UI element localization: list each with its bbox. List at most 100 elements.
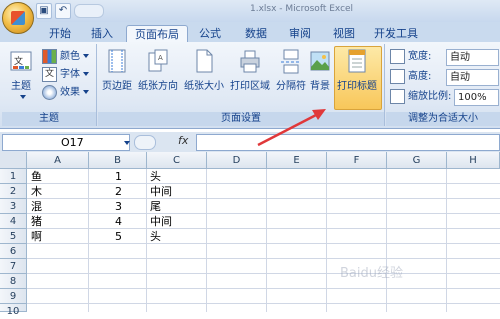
chevron-down-icon <box>83 90 89 94</box>
select-all-corner[interactable] <box>0 152 27 169</box>
margins-button[interactable]: 页边距 <box>100 46 134 106</box>
cell-b4[interactable]: 4 <box>112 214 122 229</box>
column-header[interactable]: B <box>89 152 147 169</box>
svg-text:文: 文 <box>14 55 23 67</box>
height-label: 高度: <box>408 71 432 82</box>
cell-c1[interactable]: 头 <box>147 169 161 184</box>
print-area-button[interactable]: 打印区域 <box>228 46 272 106</box>
cell-a3[interactable]: 混 <box>28 199 42 214</box>
theme-effects-label: 效果 <box>60 87 80 98</box>
page-setup-group-label: 页面设置 <box>98 112 384 126</box>
cell-b5[interactable]: 5 <box>112 229 122 244</box>
scale-row: 缩放比例: <box>390 88 451 105</box>
quick-access-dropdown[interactable] <box>74 4 104 18</box>
column-header[interactable]: H <box>447 152 500 169</box>
breaks-button[interactable]: 分隔符 <box>274 46 308 106</box>
background-button[interactable]: 背景 <box>306 46 334 106</box>
tab-data[interactable]: 数据 <box>236 25 276 42</box>
chevron-down-icon[interactable] <box>124 141 130 145</box>
tab-view[interactable]: 视图 <box>324 25 364 42</box>
gridline <box>27 228 500 229</box>
theme-colors-button[interactable]: 颜色 <box>42 48 89 65</box>
tab-review[interactable]: 审阅 <box>280 25 320 42</box>
height-select[interactable]: 自动 <box>446 69 499 86</box>
office-button[interactable] <box>2 2 34 34</box>
column-header[interactable]: G <box>387 152 447 169</box>
row-header[interactable]: 7 <box>0 259 27 274</box>
theme-effects-button[interactable]: 效果 <box>42 84 89 101</box>
gridline <box>27 258 500 259</box>
size-label: 纸张大小 <box>184 81 224 92</box>
tab-home[interactable]: 开始 <box>40 25 80 42</box>
effects-icon <box>42 84 57 100</box>
height-icon <box>390 68 405 84</box>
cell-a4[interactable]: 猪 <box>28 214 42 229</box>
margins-label: 页边距 <box>102 81 132 92</box>
gridline <box>27 213 500 214</box>
themes-group-label: 主题 <box>2 112 96 126</box>
cell-b1[interactable]: 1 <box>112 169 122 184</box>
row-header[interactable]: 4 <box>0 214 27 229</box>
row-header[interactable]: 6 <box>0 244 27 259</box>
orientation-icon: A <box>147 49 169 75</box>
print-titles-icon <box>346 49 368 75</box>
cell-b3[interactable]: 3 <box>112 199 122 214</box>
row-header[interactable]: 1 <box>0 169 27 184</box>
theme-colors-label: 颜色 <box>60 51 80 62</box>
gridline <box>27 288 500 289</box>
column-header[interactable]: E <box>267 152 327 169</box>
tab-formulas[interactable]: 公式 <box>190 25 230 42</box>
size-button[interactable]: 纸张大小 <box>182 46 226 106</box>
gridline <box>386 169 387 312</box>
gridline <box>266 169 267 312</box>
svg-text:A: A <box>158 54 163 62</box>
themes-dropdown-icon <box>19 95 26 99</box>
orientation-button[interactable]: A 纸张方向 <box>136 46 180 106</box>
cell-b2[interactable]: 2 <box>112 184 122 199</box>
themes-button[interactable]: 文 主题 <box>4 46 38 106</box>
background-label: 背景 <box>310 81 330 92</box>
colors-icon <box>42 48 57 64</box>
breaks-label: 分隔符 <box>276 81 306 92</box>
column-header[interactable]: F <box>327 152 387 169</box>
name-box[interactable]: O17 <box>2 134 130 151</box>
cell-c4[interactable]: 中间 <box>147 214 172 229</box>
theme-fonts-button[interactable]: 文字体 <box>42 66 89 83</box>
column-header[interactable]: C <box>147 152 207 169</box>
title-bar: ▣ ↶ 1.xlsx - Microsoft Excel <box>0 0 500 22</box>
tab-page-layout[interactable]: 页面布局 <box>126 25 188 43</box>
tab-developer[interactable]: 开发工具 <box>368 25 424 42</box>
fx-icon[interactable]: fx <box>178 134 188 147</box>
cell-a5[interactable]: 啊 <box>28 229 42 244</box>
window-title: 1.xlsx - Microsoft Excel <box>250 4 354 14</box>
themes-group: 文 主题 颜色 文字体 效果 主题 <box>2 44 97 126</box>
tab-insert[interactable]: 插入 <box>82 25 122 42</box>
expand-handle[interactable] <box>134 135 156 150</box>
undo-icon[interactable]: ↶ <box>55 3 71 19</box>
column-header[interactable]: A <box>27 152 89 169</box>
row-header[interactable]: 8 <box>0 274 27 289</box>
row-header[interactable]: 3 <box>0 199 27 214</box>
width-label: 宽度: <box>408 51 432 62</box>
cell-a2[interactable]: 木 <box>28 184 42 199</box>
margins-icon <box>106 49 128 75</box>
row-header[interactable]: 5 <box>0 229 27 244</box>
row-header[interactable]: 2 <box>0 184 27 199</box>
cell-a1[interactable]: 鱼 <box>28 169 42 184</box>
formula-input[interactable] <box>196 134 500 151</box>
width-select[interactable]: 自动 <box>446 49 499 66</box>
save-icon[interactable]: ▣ <box>36 3 52 19</box>
cell-c3[interactable]: 尾 <box>147 199 161 214</box>
ribbon-tabs: 开始 插入 页面布局 公式 数据 审阅 视图 开发工具 <box>0 22 500 43</box>
gridline <box>27 243 500 244</box>
cell-c5[interactable]: 头 <box>147 229 161 244</box>
gridline <box>27 273 500 274</box>
scale-group-label: 调整为合适大小 <box>386 112 500 126</box>
scale-input[interactable]: 100% <box>454 89 499 106</box>
row-header[interactable]: 10 <box>0 304 27 317</box>
column-header[interactable]: D <box>207 152 267 169</box>
print-titles-button[interactable]: 打印标题 <box>334 46 380 106</box>
row-header[interactable]: 9 <box>0 289 27 304</box>
chevron-down-icon <box>83 72 89 76</box>
cell-c2[interactable]: 中间 <box>147 184 172 199</box>
